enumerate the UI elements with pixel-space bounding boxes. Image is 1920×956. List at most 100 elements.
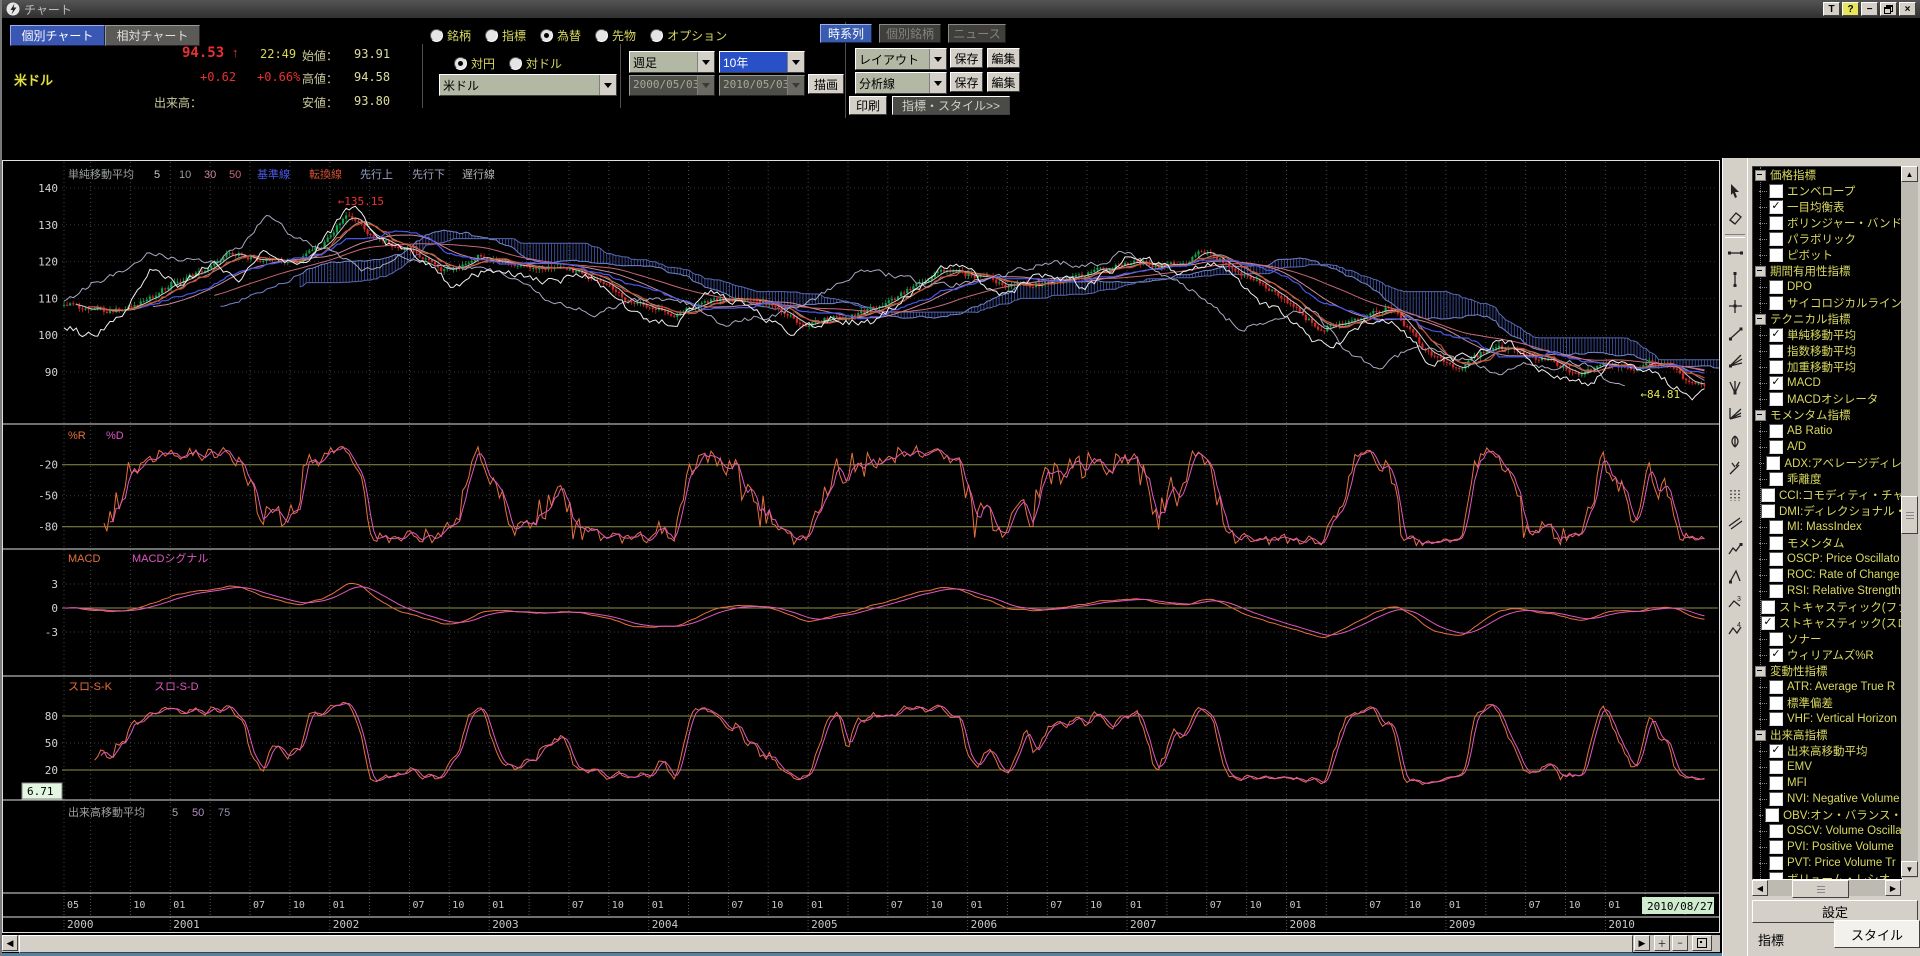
analysis-edit-button[interactable]: 編集 xyxy=(987,72,1020,92)
tree-scroll-right-button[interactable]: ▶ xyxy=(1885,880,1901,896)
radio-icon[interactable] xyxy=(595,29,608,42)
zigzag-tool[interactable] xyxy=(1725,539,1745,559)
radio-category-銘柄[interactable]: 銘柄 xyxy=(430,27,471,44)
indicator-checkbox[interactable] xyxy=(1769,840,1783,854)
indicator-checkbox[interactable] xyxy=(1769,296,1783,310)
tree-item-oscv-volume-oscilla[interactable]: OSCV: Volume Oscilla xyxy=(1753,823,1902,839)
period-select[interactable]: 週足 xyxy=(629,51,715,73)
indicator-checkbox[interactable] xyxy=(1769,440,1783,454)
tree-item-roc-rate-of-change[interactable]: ROC: Rate of Change xyxy=(1753,567,1902,583)
timeseries-button[interactable]: 時系列 xyxy=(820,24,872,43)
indicator-checkbox[interactable] xyxy=(1769,760,1783,774)
tree-item--[interactable]: ✓一目均衡表 xyxy=(1753,199,1902,215)
tree-item--[interactable]: テクニカル指標 xyxy=(1753,311,1902,327)
tree-item--[interactable]: 乖離度 xyxy=(1753,471,1902,487)
indicator-checkbox[interactable] xyxy=(1769,472,1783,486)
analysis-line-select[interactable]: 分析線 xyxy=(855,72,947,94)
cross-line-tool[interactable] xyxy=(1725,296,1745,316)
indicator-checkbox[interactable] xyxy=(1769,584,1783,598)
tree-item-cci-[interactable]: CCI:コモディティ・チャ xyxy=(1753,487,1902,503)
draw-button[interactable]: 描画 xyxy=(808,74,844,94)
fan-expansion-tool[interactable] xyxy=(1725,566,1745,586)
radio-category-指標[interactable]: 指標 xyxy=(485,27,526,44)
indicator-checkbox[interactable] xyxy=(1769,872,1783,880)
chevron-down-icon[interactable] xyxy=(929,49,946,69)
pitchfork-tool[interactable] xyxy=(1725,458,1745,478)
three-point-line-tool[interactable]: 3 xyxy=(1725,593,1745,613)
tab-style-button[interactable]: スタイル xyxy=(1834,920,1920,948)
collapse-minus-icon[interactable] xyxy=(1755,314,1766,325)
indicator-checkbox[interactable] xyxy=(1769,360,1783,374)
radio-pair-対ドル[interactable]: 対ドル xyxy=(509,55,562,72)
fibonacci-fan-tool[interactable] xyxy=(1725,431,1745,451)
tree-vscrollbar[interactable]: ▲ ▼ xyxy=(1901,166,1918,878)
layout-select[interactable]: レイアウト xyxy=(855,48,947,70)
date-from-select[interactable]: 2000/05/03 xyxy=(629,75,715,96)
restore-button[interactable] xyxy=(1880,2,1897,16)
tree-item--[interactable]: モメンタム xyxy=(1753,535,1902,551)
four-point-line-tool[interactable]: 4 xyxy=(1725,620,1745,640)
indicator-checkbox[interactable] xyxy=(1769,712,1783,726)
indicator-checkbox[interactable] xyxy=(1766,456,1780,470)
tree-item-dmi-[interactable]: DMI:ディレクショナル・ xyxy=(1753,503,1902,519)
collapse-minus-icon[interactable] xyxy=(1755,266,1766,277)
tree-item-emv[interactable]: EMV xyxy=(1753,759,1902,775)
indicator-checkbox[interactable] xyxy=(1769,696,1783,710)
indicator-checkbox[interactable] xyxy=(1761,600,1775,614)
tree-item--[interactable]: ✓出来高移動平均 xyxy=(1753,743,1902,759)
indicator-checkbox[interactable] xyxy=(1769,344,1783,358)
indicator-checkbox[interactable] xyxy=(1769,552,1783,566)
indicator-style-button[interactable]: 指標・スタイル>> xyxy=(892,96,1010,115)
indicator-checkbox[interactable] xyxy=(1765,808,1779,822)
radio-icon[interactable] xyxy=(454,57,467,70)
tree-scrollbar-thumb[interactable] xyxy=(1901,496,1918,534)
tree-scroll-left-button[interactable]: ◀ xyxy=(1752,880,1768,896)
radio-category-先物[interactable]: 先物 xyxy=(595,27,636,44)
range-select[interactable]: 10年 xyxy=(719,51,805,73)
tree-item-obv-[interactable]: OBV:オン・バランス・ xyxy=(1753,807,1902,823)
indicator-checkbox[interactable] xyxy=(1769,776,1783,790)
ray-fan-tool[interactable] xyxy=(1725,350,1745,370)
indicator-checkbox[interactable] xyxy=(1761,504,1775,518)
chevron-down-icon[interactable] xyxy=(697,52,714,72)
analysis-save-button[interactable]: 保存 xyxy=(950,72,983,92)
tree-item-pvi-positive-volume[interactable]: PVI: Positive Volume xyxy=(1753,839,1902,855)
indicator-checkbox[interactable] xyxy=(1769,184,1783,198)
tree-item-pvt-price-volume-tr[interactable]: PVT: Price Volume Tr xyxy=(1753,855,1902,871)
indicator-checkbox[interactable]: ✓ xyxy=(1761,616,1775,630)
collapse-minus-icon[interactable] xyxy=(1755,730,1766,741)
zoom-out-button[interactable]: − xyxy=(1672,935,1688,951)
indicator-checkbox[interactable]: ✓ xyxy=(1769,744,1783,758)
indicator-checkbox[interactable] xyxy=(1769,520,1783,534)
indicator-checkbox[interactable]: ✓ xyxy=(1769,648,1783,662)
tree-item-oscp-price-oscillato[interactable]: OSCP: Price Oscillato xyxy=(1753,551,1902,567)
cycle-line-tool[interactable] xyxy=(1725,485,1745,505)
indicator-checkbox[interactable] xyxy=(1769,216,1783,230)
news-button[interactable]: ニュース xyxy=(948,24,1006,43)
tree-item--[interactable]: 期間有用性指標 xyxy=(1753,263,1902,279)
indicator-checkbox[interactable] xyxy=(1769,824,1783,838)
indicator-checkbox[interactable] xyxy=(1769,280,1783,294)
collapse-minus-icon[interactable] xyxy=(1755,410,1766,421)
symbol-select[interactable]: 米ドル xyxy=(439,74,617,96)
zoom-reset-button[interactable] xyxy=(1692,935,1712,951)
close-button[interactable]: × xyxy=(1899,2,1916,16)
radio-category-為替[interactable]: 為替 xyxy=(540,27,581,44)
horizontal-line-tool[interactable] xyxy=(1725,242,1745,262)
tree-item--[interactable]: ボリューム・レシオ xyxy=(1753,871,1902,880)
chevron-down-icon[interactable] xyxy=(787,52,804,72)
tree-item--[interactable]: ✓単純移動平均 xyxy=(1753,327,1902,343)
radio-icon[interactable] xyxy=(430,29,443,42)
tree-item--[interactable]: 標準偏差 xyxy=(1753,695,1902,711)
tree-item-rsi-relative-strength[interactable]: RSI: Relative Strength xyxy=(1753,583,1902,599)
tree-item-macd[interactable]: ✓MACD xyxy=(1753,375,1902,391)
indicator-checkbox[interactable]: ✓ xyxy=(1769,376,1783,390)
channel-tool[interactable] xyxy=(1725,512,1745,532)
tree-item--[interactable]: 変動性指標 xyxy=(1753,663,1902,679)
indicator-checkbox[interactable] xyxy=(1769,632,1783,646)
indicator-checkbox[interactable] xyxy=(1769,792,1783,806)
tree-scroll-up-button[interactable]: ▲ xyxy=(1901,166,1918,182)
tree-item-atr-average-true-r[interactable]: ATR: Average True R xyxy=(1753,679,1902,695)
help-button[interactable]: ? xyxy=(1842,2,1859,16)
tree-item--[interactable]: 加重移動平均 xyxy=(1753,359,1902,375)
